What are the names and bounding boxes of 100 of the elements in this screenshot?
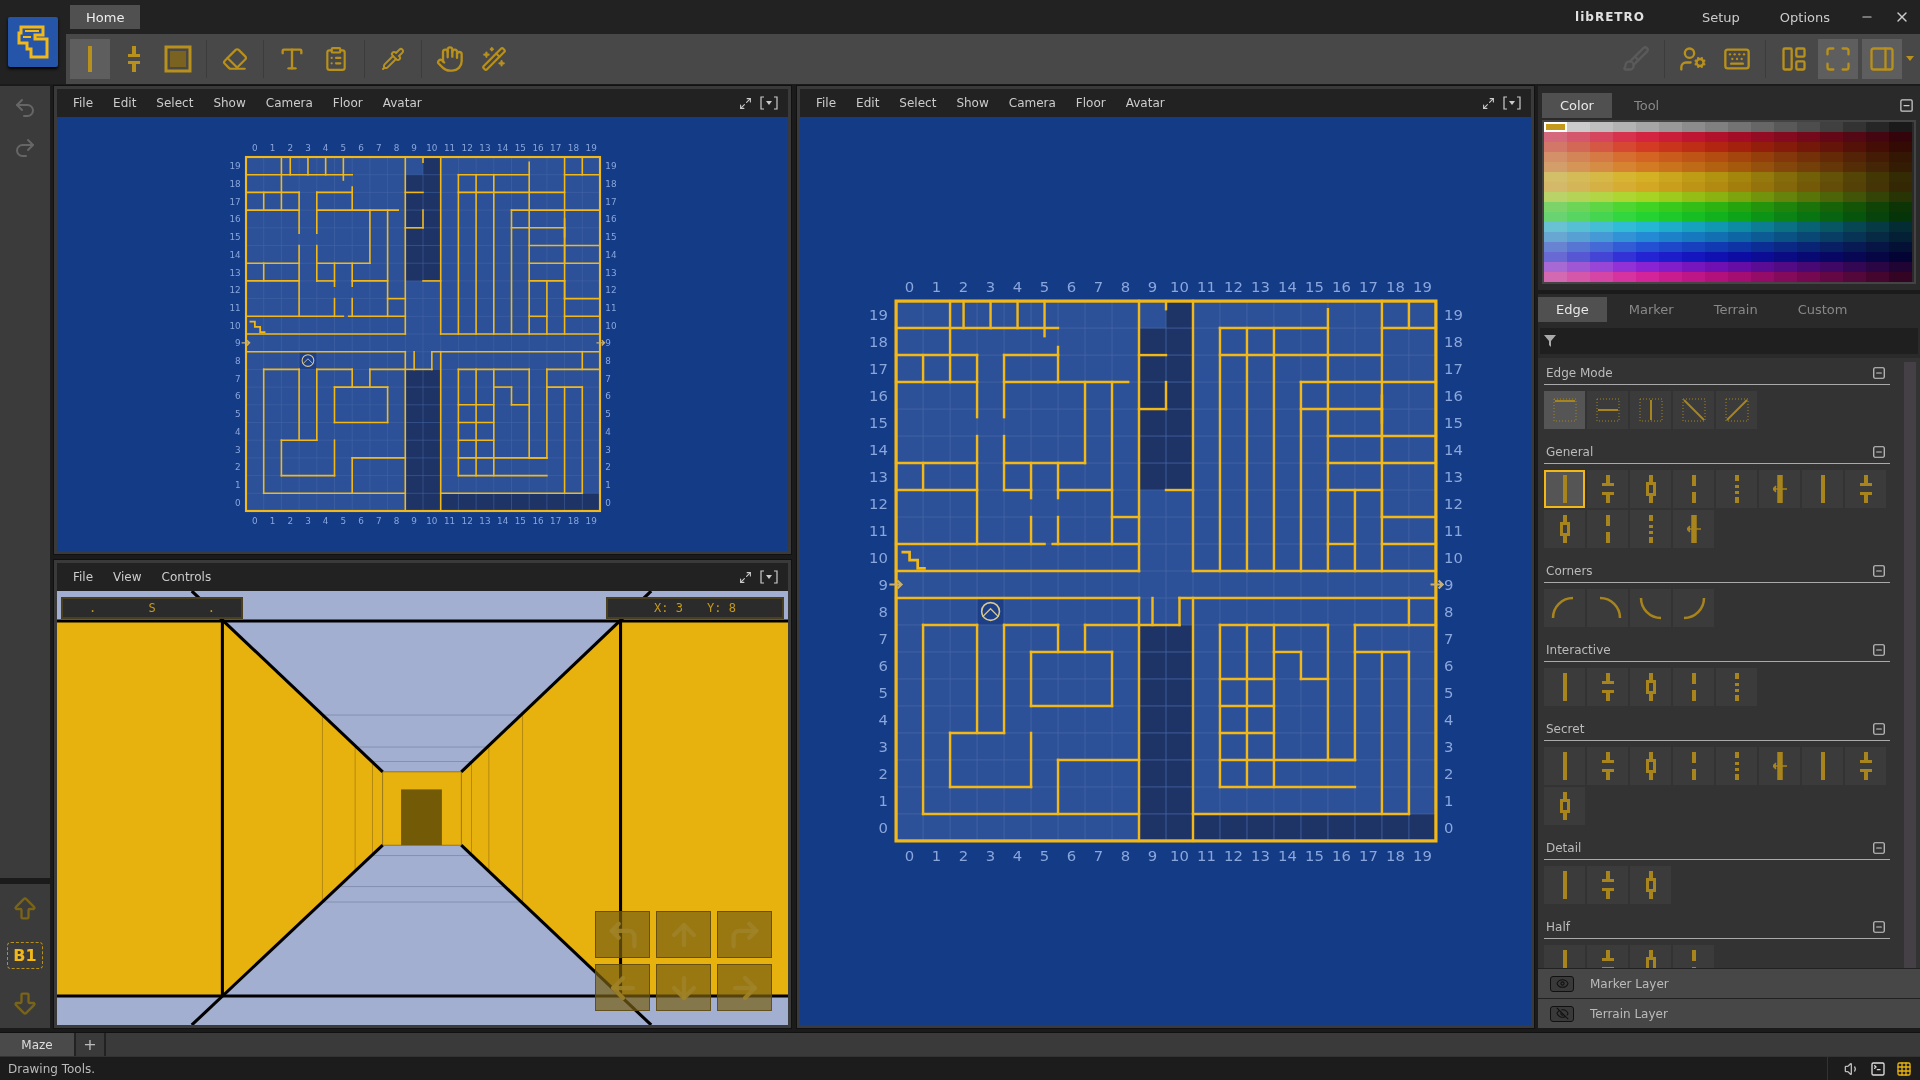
menu-item[interactable]: Floor bbox=[1067, 94, 1114, 112]
dropdown-icon[interactable] bbox=[758, 94, 780, 112]
tool-option[interactable] bbox=[1587, 589, 1628, 627]
panel-tab[interactable]: Edge bbox=[1538, 296, 1607, 322]
tool-option[interactable] bbox=[1630, 668, 1671, 706]
menu-item[interactable]: Camera bbox=[1000, 94, 1064, 112]
strafe-left-button[interactable] bbox=[595, 964, 650, 1011]
menu-item[interactable]: Avatar bbox=[374, 94, 430, 112]
menu-item[interactable]: File bbox=[65, 94, 102, 112]
top-menu-item[interactable]: Setup bbox=[1700, 7, 1742, 27]
tool-option[interactable] bbox=[1716, 668, 1757, 706]
dropdown-icon[interactable] bbox=[758, 568, 780, 586]
tool-option[interactable] bbox=[1544, 866, 1585, 904]
tool-option[interactable] bbox=[1802, 470, 1843, 508]
menu-item[interactable]: Avatar bbox=[1117, 94, 1173, 112]
forward-button[interactable] bbox=[656, 911, 711, 958]
wall-icon[interactable] bbox=[70, 39, 110, 79]
caret-icon[interactable] bbox=[1906, 56, 1914, 62]
tool-option[interactable] bbox=[1845, 470, 1886, 508]
maze-map-drawing[interactable] bbox=[240, 155, 605, 513]
menu-item[interactable]: Show bbox=[948, 94, 997, 112]
menu-item[interactable]: Floor bbox=[324, 94, 371, 112]
tool-option[interactable] bbox=[1716, 470, 1757, 508]
tool-option[interactable] bbox=[1845, 747, 1886, 785]
panel-icon[interactable] bbox=[1862, 39, 1902, 79]
tool-option[interactable] bbox=[1544, 391, 1585, 429]
menu-item[interactable]: File bbox=[65, 568, 102, 586]
fullscreen-icon[interactable] bbox=[1818, 39, 1858, 79]
tool-option[interactable] bbox=[1673, 589, 1714, 627]
collapse-icon[interactable] bbox=[1870, 839, 1888, 857]
menu-item[interactable]: File bbox=[808, 94, 845, 112]
tool-option[interactable] bbox=[1802, 747, 1843, 785]
dropdown-icon[interactable] bbox=[1501, 94, 1523, 112]
menu-item[interactable]: Select bbox=[148, 94, 202, 112]
tool-option[interactable] bbox=[1544, 747, 1585, 785]
back-button[interactable] bbox=[656, 964, 711, 1011]
tool-option[interactable] bbox=[1587, 747, 1628, 785]
menu-item[interactable]: Edit bbox=[848, 94, 888, 112]
panel-tab[interactable]: Custom bbox=[1779, 296, 1866, 322]
tool-option[interactable] bbox=[1759, 470, 1800, 508]
tool-option[interactable] bbox=[1587, 668, 1628, 706]
tool-option[interactable] bbox=[1544, 668, 1585, 706]
tool-option[interactable] bbox=[1630, 391, 1671, 429]
tool-option[interactable] bbox=[1673, 747, 1714, 785]
tool-option[interactable] bbox=[1630, 589, 1671, 627]
tool-option[interactable] bbox=[1630, 866, 1671, 904]
tool-option[interactable] bbox=[1544, 510, 1585, 548]
app-logo-tile[interactable] bbox=[8, 17, 58, 67]
grid-coordinate: 12 bbox=[1223, 277, 1243, 295]
color-palette-drawing[interactable] bbox=[1544, 122, 1912, 282]
layer-row[interactable]: Marker Layer bbox=[1538, 968, 1920, 998]
panel-tab[interactable]: Terrain bbox=[1695, 296, 1776, 322]
menu-item[interactable]: Edit bbox=[105, 94, 145, 112]
collapse-icon[interactable] bbox=[1870, 443, 1888, 461]
tool-option[interactable] bbox=[1544, 589, 1585, 627]
collapse-icon[interactable] bbox=[1870, 720, 1888, 738]
tool-option[interactable] bbox=[1759, 747, 1800, 785]
menu-item[interactable]: View bbox=[105, 568, 150, 586]
menu-item[interactable]: Show bbox=[205, 94, 254, 112]
tool-option[interactable] bbox=[1587, 866, 1628, 904]
tool-option[interactable] bbox=[1673, 668, 1714, 706]
tool-option[interactable] bbox=[1630, 747, 1671, 785]
menu-item[interactable]: Select bbox=[891, 94, 945, 112]
turn-right-button[interactable] bbox=[717, 911, 772, 958]
collapse-icon[interactable] bbox=[1870, 641, 1888, 659]
tool-option[interactable] bbox=[1673, 510, 1714, 548]
eye-off-icon[interactable] bbox=[1550, 1005, 1574, 1022]
strafe-right-button[interactable] bbox=[717, 964, 772, 1011]
maze-map-drawing[interactable] bbox=[887, 299, 1444, 843]
tool-option[interactable] bbox=[1544, 787, 1585, 825]
panel-tab[interactable]: Tool bbox=[1615, 92, 1678, 118]
home-tab[interactable]: Home bbox=[70, 5, 141, 29]
grid-coordinate: 11 bbox=[868, 521, 888, 539]
menu-item[interactable]: Controls bbox=[153, 568, 220, 586]
tool-option[interactable] bbox=[1673, 391, 1714, 429]
tool-option[interactable] bbox=[1544, 470, 1585, 508]
wall-icon bbox=[1562, 950, 1567, 968]
tool-option[interactable] bbox=[1587, 470, 1628, 508]
terminal-icon[interactable] bbox=[1870, 1060, 1886, 1077]
tool-option[interactable] bbox=[1630, 510, 1671, 548]
panel-tab[interactable]: Color bbox=[1542, 92, 1612, 118]
current-color-swatch[interactable] bbox=[1544, 122, 1567, 132]
scrollbar[interactable] bbox=[1904, 362, 1916, 968]
collapse-icon[interactable] bbox=[1870, 918, 1888, 936]
tool-option[interactable] bbox=[1587, 510, 1628, 548]
tool-option[interactable] bbox=[1716, 391, 1757, 429]
tool-option[interactable] bbox=[1630, 470, 1671, 508]
document-tab[interactable]: Maze bbox=[0, 1033, 76, 1056]
eye-icon[interactable] bbox=[1550, 975, 1574, 992]
menu-item[interactable]: Camera bbox=[257, 94, 321, 112]
top-menu-item[interactable]: Options bbox=[1777, 7, 1832, 27]
collapse-icon[interactable] bbox=[1870, 364, 1888, 382]
collapse-icon[interactable] bbox=[1870, 562, 1888, 580]
layer-row[interactable]: Terrain Layer bbox=[1538, 998, 1920, 1028]
panel-tab[interactable]: Marker bbox=[1610, 296, 1692, 322]
tool-option[interactable] bbox=[1673, 470, 1714, 508]
turn-left-button[interactable] bbox=[595, 911, 650, 958]
tool-option[interactable] bbox=[1587, 391, 1628, 429]
tool-option[interactable] bbox=[1716, 747, 1757, 785]
grid-icon[interactable] bbox=[1896, 1060, 1912, 1077]
